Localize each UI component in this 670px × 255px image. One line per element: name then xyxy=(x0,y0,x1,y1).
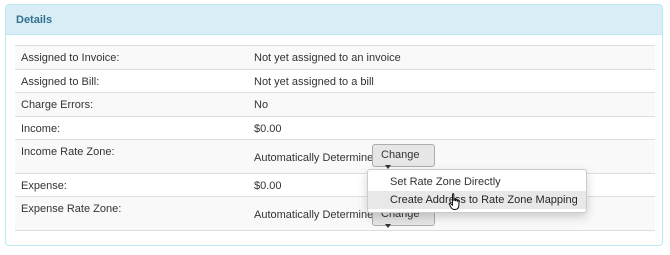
row-label: Income Rate Zone: xyxy=(21,146,115,158)
income-rate-zone-change-button[interactable]: Change xyxy=(372,144,435,170)
row-label: Assigned to Bill: xyxy=(21,76,100,88)
table-row: Assigned to Bill: Not yet assigned to a … xyxy=(15,69,655,92)
row-label: Assigned to Invoice: xyxy=(21,52,120,64)
table-row-income-rate-zone: Income Rate Zone: Automatically Determin… xyxy=(15,139,655,173)
row-value: Automatically Determine xyxy=(254,209,374,221)
table-bottom-border xyxy=(15,230,655,231)
row-value: Not yet assigned to an invoice xyxy=(254,52,401,64)
row-label: Expense Rate Zone: xyxy=(21,203,122,215)
table-row: Income: $0.00 xyxy=(15,116,655,139)
row-value: $0.00 xyxy=(254,123,282,135)
table-row: Charge Errors: No xyxy=(15,92,655,116)
row-value: Not yet assigned to a bill xyxy=(254,76,374,88)
row-value: Automatically Determine xyxy=(254,152,374,164)
row-label: Expense: xyxy=(21,180,67,192)
row-label: Income: xyxy=(21,123,61,135)
dropdown-item-set-rate-zone-directly[interactable]: Set Rate Zone Directly xyxy=(368,173,586,191)
hand-pointer-icon xyxy=(448,193,460,210)
caret-down-icon xyxy=(385,224,391,229)
panel-title: Details xyxy=(6,5,662,35)
rate-zone-dropdown-menu: Set Rate Zone Directly Create Address to… xyxy=(367,169,587,213)
row-value: No xyxy=(254,99,269,111)
row-label: Charge Errors: xyxy=(21,99,94,111)
dropdown-item-create-address-mapping[interactable]: Create Address to Rate Zone Mapping xyxy=(368,191,586,209)
row-value: $0.00 xyxy=(254,180,282,192)
change-button-label: Change xyxy=(381,149,420,161)
table-row: Assigned to Invoice: Not yet assigned to… xyxy=(15,45,655,69)
